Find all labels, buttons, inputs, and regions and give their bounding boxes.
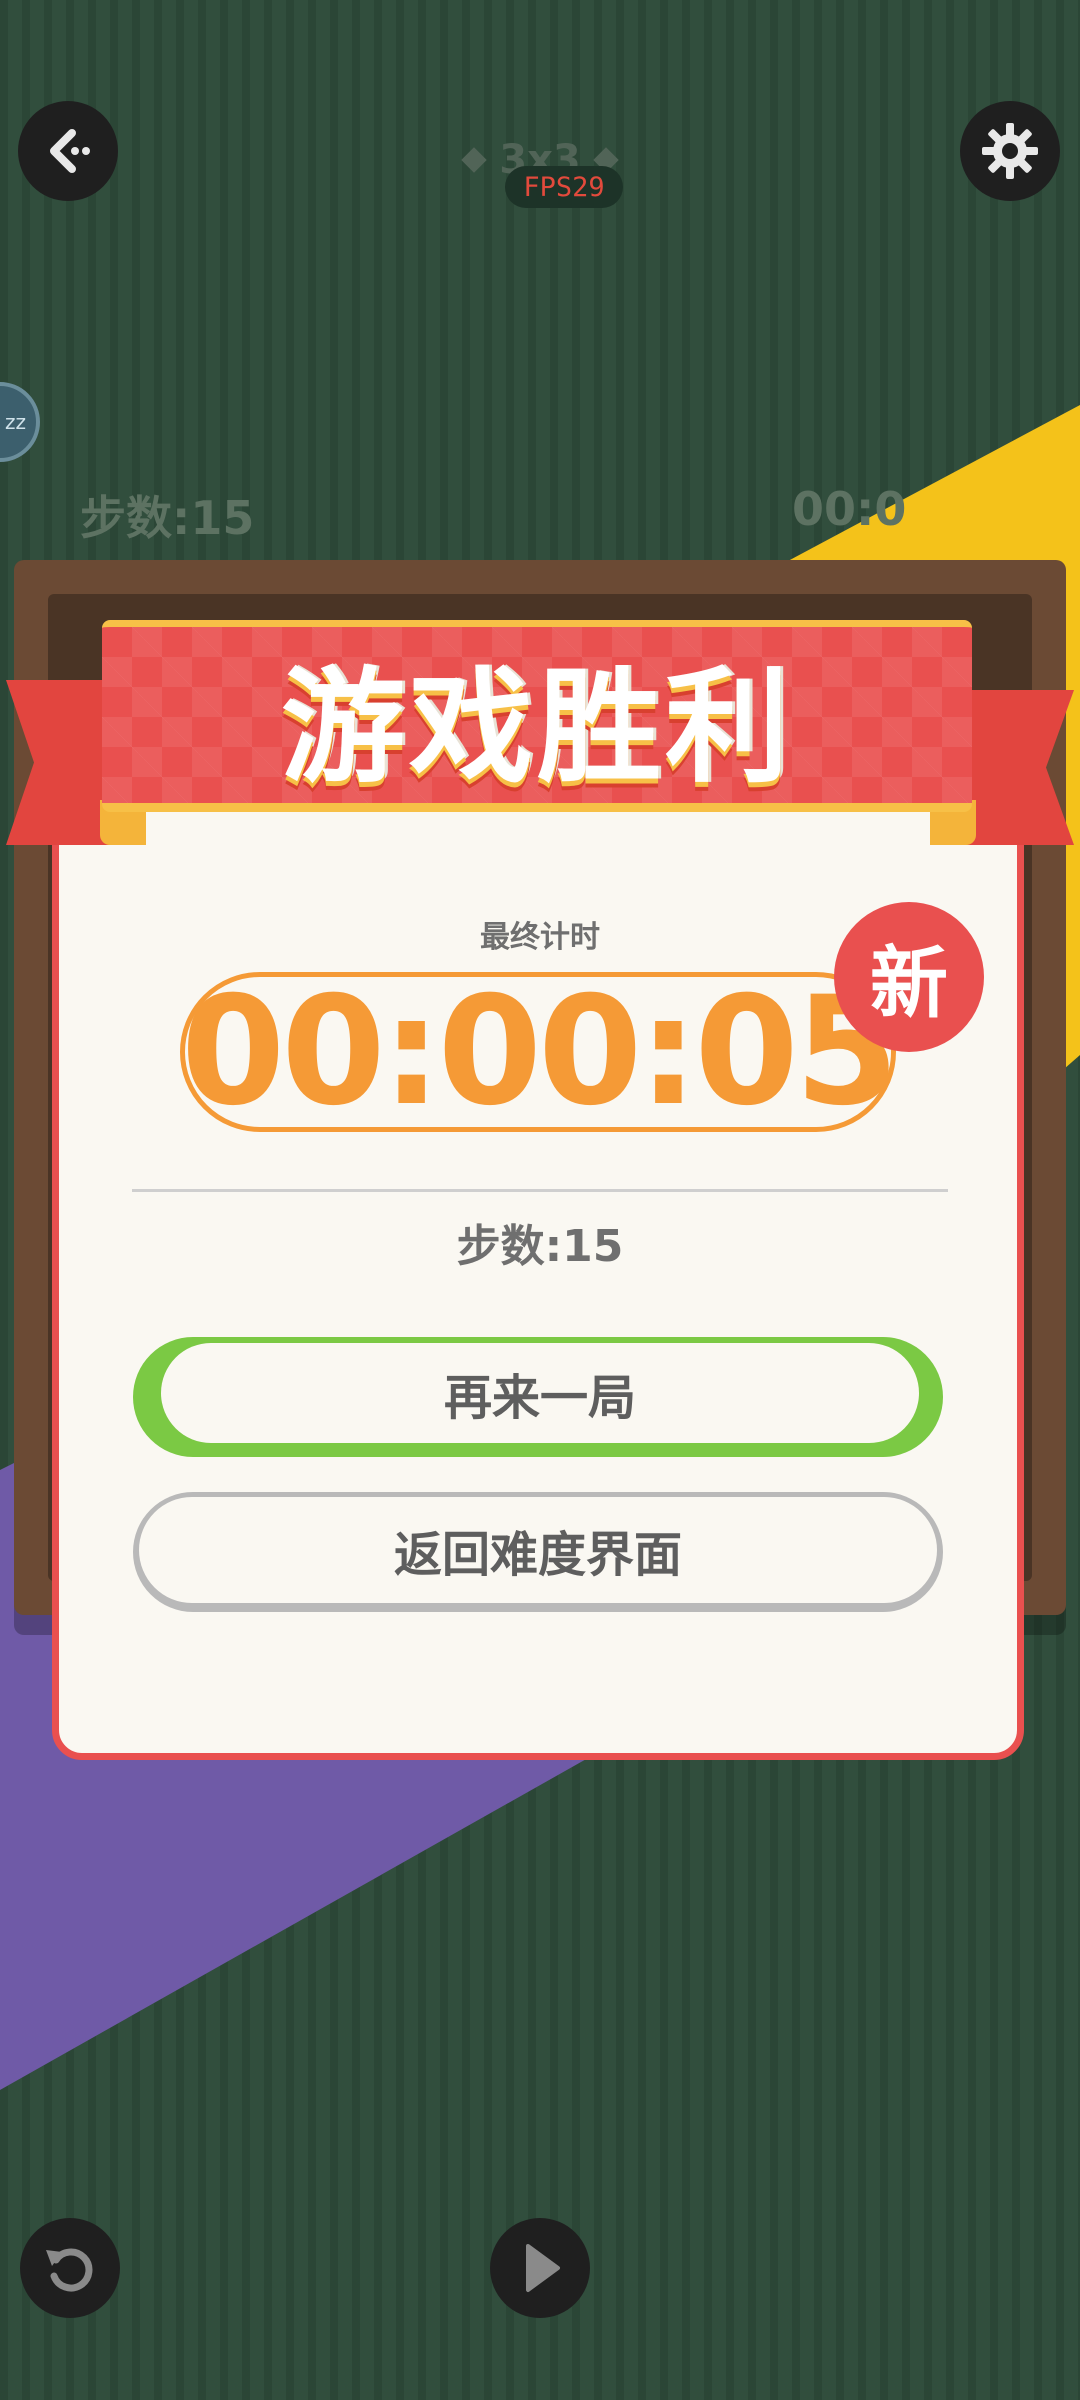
play-again-button[interactable]: 再来一局 [133, 1337, 943, 1457]
gear-icon [980, 121, 1040, 181]
new-record-text: 新 [869, 939, 948, 1029]
play-button[interactable] [490, 2218, 590, 2318]
play-icon [510, 2238, 570, 2298]
restart-button[interactable] [20, 2218, 120, 2318]
divider [132, 1189, 948, 1192]
steps-counter: 步数:15 [80, 491, 255, 545]
back-arrow-icon [42, 125, 94, 177]
new-record-badge: 新 [834, 902, 984, 1052]
back-to-difficulty-label: 返回难度界面 [139, 1497, 937, 1603]
back-to-difficulty-button[interactable]: 返回难度界面 [133, 1492, 943, 1612]
side-tab-button[interactable]: zz [0, 382, 40, 462]
victory-title: 游戏胜利 [280, 656, 793, 800]
side-tab-label: zz [5, 410, 26, 434]
result-steps: 步数:15 [456, 1221, 624, 1272]
fps-counter: FPS29 [505, 166, 623, 208]
back-button[interactable] [18, 101, 118, 201]
play-again-label: 再来一局 [161, 1343, 919, 1443]
restart-icon [40, 2238, 100, 2298]
game-screen: 3x3 FPS29 zz 步数:15 00:0 最终计时 00:00:05 新 … [0, 0, 1080, 2400]
settings-button[interactable] [960, 101, 1060, 201]
final-time-value: 00:00:05 [180, 965, 899, 1139]
diamond-icon [461, 147, 487, 173]
elapsed-timer: 00:0 [792, 482, 907, 536]
